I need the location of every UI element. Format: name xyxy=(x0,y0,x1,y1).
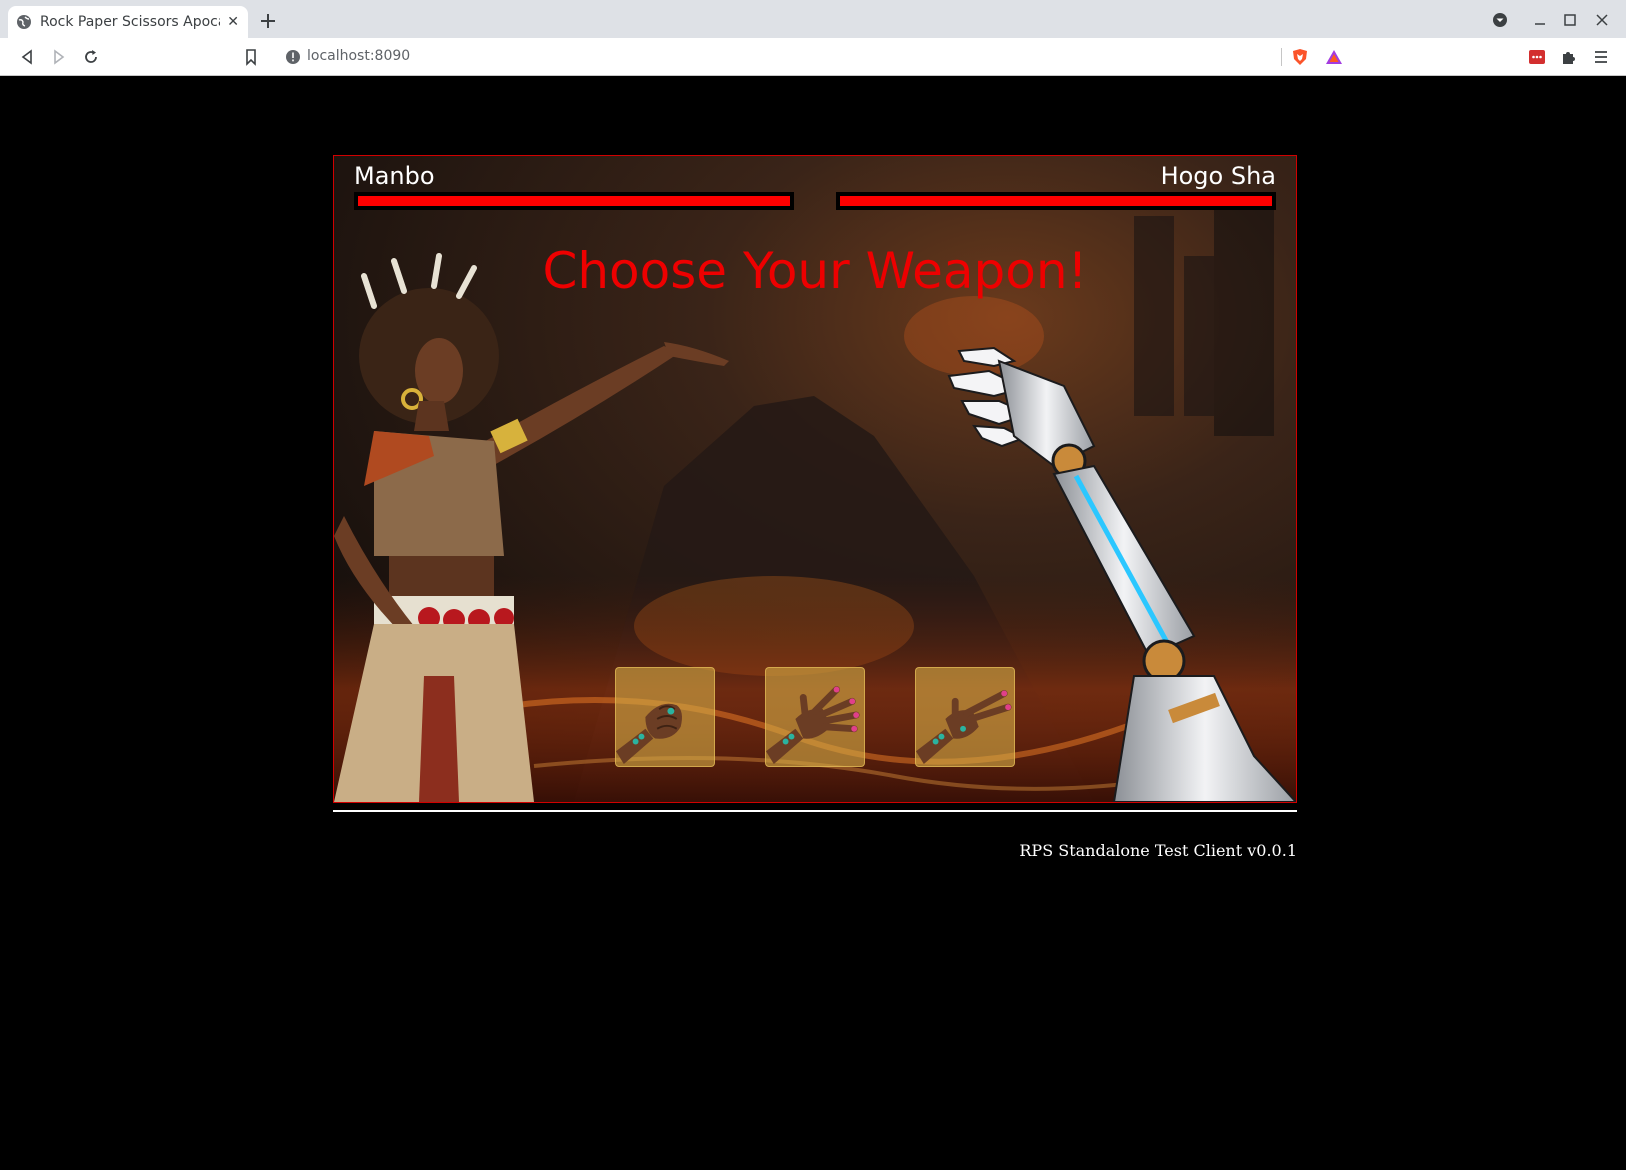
brave-shield-icon[interactable] xyxy=(1291,48,1309,66)
footer-divider xyxy=(333,810,1297,812)
extension-red-icon[interactable] xyxy=(1528,48,1546,66)
tab-search-icon[interactable] xyxy=(1492,12,1508,28)
player-right-health-bar xyxy=(836,192,1276,210)
menu-icon[interactable] xyxy=(1592,48,1610,66)
address-bar[interactable]: localhost:8090 xyxy=(275,42,1355,72)
site-info-icon[interactable] xyxy=(285,49,301,65)
player-left-health-fill xyxy=(358,196,790,206)
player-left-health-bar xyxy=(354,192,794,210)
page-content: Manbo Hogo Sha Choose Your Weapon! RPS S… xyxy=(3,76,1623,1167)
player-right-name: Hogo Sha xyxy=(1160,162,1276,190)
scissors-weapon-button[interactable] xyxy=(915,667,1015,767)
version-text: RPS Standalone Test Client v0.0.1 xyxy=(1019,841,1297,860)
globe-icon xyxy=(17,15,31,29)
brave-rewards-icon[interactable] xyxy=(1325,48,1343,66)
url-text: localhost:8090 xyxy=(307,48,411,64)
minimize-icon[interactable] xyxy=(1532,12,1548,28)
choose-weapon-headline: Choose Your Weapon! xyxy=(542,242,1088,300)
tab-close-icon[interactable]: ✕ xyxy=(226,14,240,30)
game-frame: Manbo Hogo Sha Choose Your Weapon! xyxy=(333,155,1297,803)
browser-chrome: Rock Paper Scissors Apocal ✕ localhost:8… xyxy=(0,0,1626,76)
rock-hand-icon xyxy=(616,703,682,765)
new-tab-icon[interactable] xyxy=(259,12,277,30)
bookmark-icon[interactable] xyxy=(242,48,260,66)
paper-weapon-button[interactable] xyxy=(765,667,865,767)
scissors-hand-icon xyxy=(916,690,1012,765)
address-bar-divider xyxy=(1281,48,1282,66)
reload-icon[interactable] xyxy=(82,48,100,66)
browser-toolbar: localhost:8090 xyxy=(0,38,1626,76)
back-icon[interactable] xyxy=(18,48,36,66)
extensions-puzzle-icon[interactable] xyxy=(1560,48,1578,66)
forward-icon[interactable] xyxy=(50,48,68,66)
tab-title: Rock Paper Scissors Apocal xyxy=(40,14,221,30)
rock-weapon-button[interactable] xyxy=(615,667,715,767)
player-right-health-fill xyxy=(840,196,1272,206)
paper-hand-icon xyxy=(766,686,860,765)
player-left-name: Manbo xyxy=(354,162,435,190)
maximize-icon[interactable] xyxy=(1562,12,1578,28)
tab-strip: Rock Paper Scissors Apocal ✕ xyxy=(0,0,1626,38)
close-window-icon[interactable] xyxy=(1594,12,1610,28)
browser-tab[interactable]: Rock Paper Scissors Apocal ✕ xyxy=(8,6,248,38)
